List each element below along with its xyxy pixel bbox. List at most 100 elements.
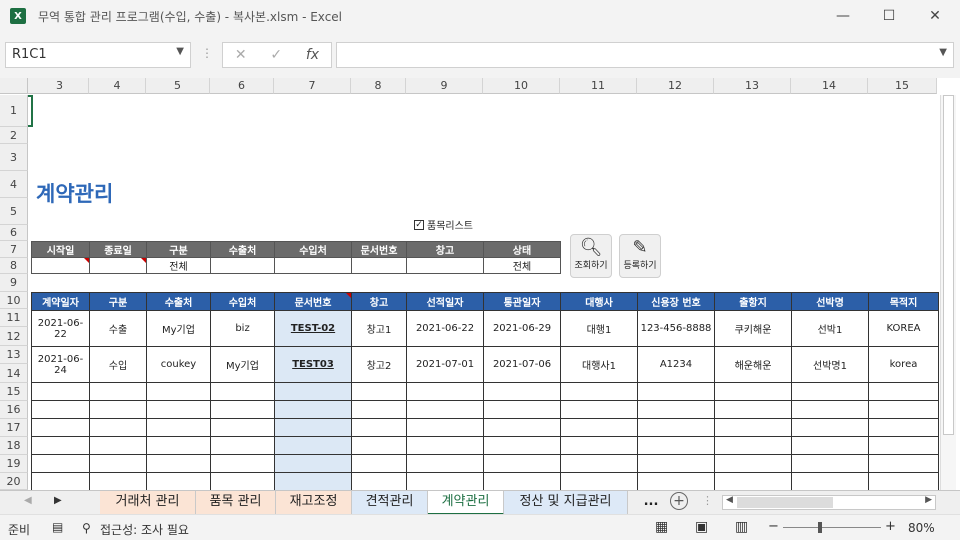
empty-row[interactable] <box>31 400 939 419</box>
empty-cell[interactable] <box>560 472 638 490</box>
empty-cell[interactable] <box>406 400 484 419</box>
page-layout-icon[interactable]: ▣ <box>695 519 708 535</box>
empty-cell[interactable] <box>637 436 715 455</box>
empty-row[interactable] <box>31 382 939 401</box>
start-date-input[interactable] <box>31 257 90 274</box>
select-all-corner[interactable] <box>0 78 28 94</box>
row-header[interactable]: 6 <box>0 225 28 241</box>
column-header[interactable]: 12 <box>637 78 714 94</box>
empty-cell[interactable] <box>714 472 792 490</box>
empty-cell[interactable] <box>406 382 484 401</box>
empty-cell[interactable] <box>89 400 147 419</box>
end-date-input[interactable] <box>89 257 147 274</box>
scroll-thumb[interactable] <box>943 95 954 435</box>
row-header[interactable]: 19 <box>0 455 28 473</box>
column-header[interactable]: 11 <box>560 78 637 94</box>
empty-cell[interactable] <box>560 436 638 455</box>
empty-cell[interactable] <box>406 418 484 437</box>
next-sheet-icon[interactable]: ▶ <box>54 495 62 506</box>
formula-input[interactable]: ▼ <box>336 42 954 68</box>
column-header[interactable]: 15 <box>868 78 937 94</box>
empty-cell[interactable] <box>89 436 147 455</box>
column-header[interactable]: 7 <box>274 78 351 94</box>
column-header[interactable]: 5 <box>146 78 210 94</box>
empty-cell[interactable] <box>210 418 275 437</box>
empty-cell[interactable] <box>274 436 352 455</box>
row-header[interactable]: 15 <box>0 383 28 401</box>
table-row[interactable]: 2021-06-24 수입 coukey My기업 TEST03 창고2 2021-07-0… <box>31 346 939 383</box>
empty-cell[interactable] <box>791 436 869 455</box>
empty-cell[interactable] <box>406 454 484 473</box>
empty-cell[interactable] <box>637 472 715 490</box>
sheet-tab[interactable]: 정산 및 지급관리 <box>504 491 628 515</box>
empty-cell[interactable] <box>274 418 352 437</box>
register-button[interactable]: ✎ 등록하기 <box>619 234 661 278</box>
empty-row[interactable] <box>31 418 939 437</box>
accessibility-status[interactable]: 접근성: 조사 필요 <box>100 521 189 538</box>
column-header[interactable]: 8 <box>351 78 406 94</box>
row-header[interactable]: 3 <box>0 144 28 171</box>
scroll-thumb[interactable] <box>737 497 833 508</box>
empty-cell[interactable] <box>89 382 147 401</box>
empty-cell[interactable] <box>351 418 407 437</box>
empty-cell[interactable] <box>351 472 407 490</box>
row-header[interactable]: 14 <box>0 364 28 383</box>
empty-cell[interactable] <box>274 454 352 473</box>
empty-cell[interactable] <box>791 400 869 419</box>
more-tabs-button[interactable]: ... <box>636 491 666 515</box>
empty-cell[interactable] <box>146 418 211 437</box>
sheet-tab[interactable]: 계약관리 <box>428 491 504 515</box>
item-list-checkbox[interactable]: ✓ 품목리스트 <box>414 217 473 232</box>
row-header[interactable]: 17 <box>0 419 28 437</box>
empty-cell[interactable] <box>146 472 211 490</box>
row-header[interactable]: 4 <box>0 171 28 198</box>
empty-cell[interactable] <box>714 436 792 455</box>
page-break-icon[interactable]: ▥ <box>735 519 748 535</box>
checkbox-icon[interactable]: ✓ <box>414 219 424 230</box>
empty-cell[interactable] <box>210 472 275 490</box>
row-header[interactable]: 13 <box>0 346 28 364</box>
zoom-level[interactable]: 80% <box>908 521 935 535</box>
sheet-tab[interactable]: 거래처 관리 <box>100 491 196 515</box>
row-header[interactable]: 16 <box>0 401 28 419</box>
column-header[interactable]: 14 <box>791 78 868 94</box>
empty-cell[interactable] <box>714 400 792 419</box>
row-header[interactable]: 12 <box>0 327 28 346</box>
empty-cell[interactable] <box>31 382 90 401</box>
empty-cell[interactable] <box>868 382 939 401</box>
zoom-slider[interactable] <box>783 527 881 528</box>
expand-icon[interactable]: ▼ <box>939 47 947 58</box>
column-header[interactable]: 4 <box>89 78 146 94</box>
worksheet[interactable]: 3 4 5 6 7 8 9 10 11 12 13 14 15 1 2 3 4 5 6 7 8 9 10 11 12 13 14 1… <box>0 78 960 490</box>
row-header[interactable]: 10 <box>0 292 28 309</box>
empty-cell[interactable] <box>31 400 90 419</box>
empty-cell[interactable] <box>406 436 484 455</box>
empty-cell[interactable] <box>89 454 147 473</box>
row-header[interactable]: 2 <box>0 127 28 144</box>
empty-cell[interactable] <box>210 400 275 419</box>
empty-cell[interactable] <box>868 454 939 473</box>
empty-cell[interactable] <box>637 400 715 419</box>
empty-cell[interactable] <box>406 472 484 490</box>
warehouse-input[interactable] <box>406 257 484 274</box>
function-icon[interactable]: fx <box>306 47 319 63</box>
empty-cell[interactable] <box>483 400 561 419</box>
empty-cell[interactable] <box>210 436 275 455</box>
empty-cell[interactable] <box>791 382 869 401</box>
empty-cell[interactable] <box>351 436 407 455</box>
status-select[interactable]: 전체 <box>483 257 561 274</box>
maximize-icon[interactable]: ☐ <box>866 0 912 32</box>
empty-cell[interactable] <box>791 454 869 473</box>
empty-cell[interactable] <box>31 418 90 437</box>
empty-cell[interactable] <box>714 418 792 437</box>
scroll-right-icon[interactable]: ▶ <box>925 495 932 505</box>
close-icon[interactable]: ✕ <box>912 0 958 32</box>
empty-cell[interactable] <box>210 382 275 401</box>
column-header[interactable]: 9 <box>406 78 483 94</box>
empty-cell[interactable] <box>89 418 147 437</box>
zoom-in-icon[interactable]: + <box>885 519 896 534</box>
empty-cell[interactable] <box>560 400 638 419</box>
row-header[interactable]: 11 <box>0 309 28 327</box>
empty-cell[interactable] <box>483 436 561 455</box>
empty-cell[interactable] <box>483 382 561 401</box>
